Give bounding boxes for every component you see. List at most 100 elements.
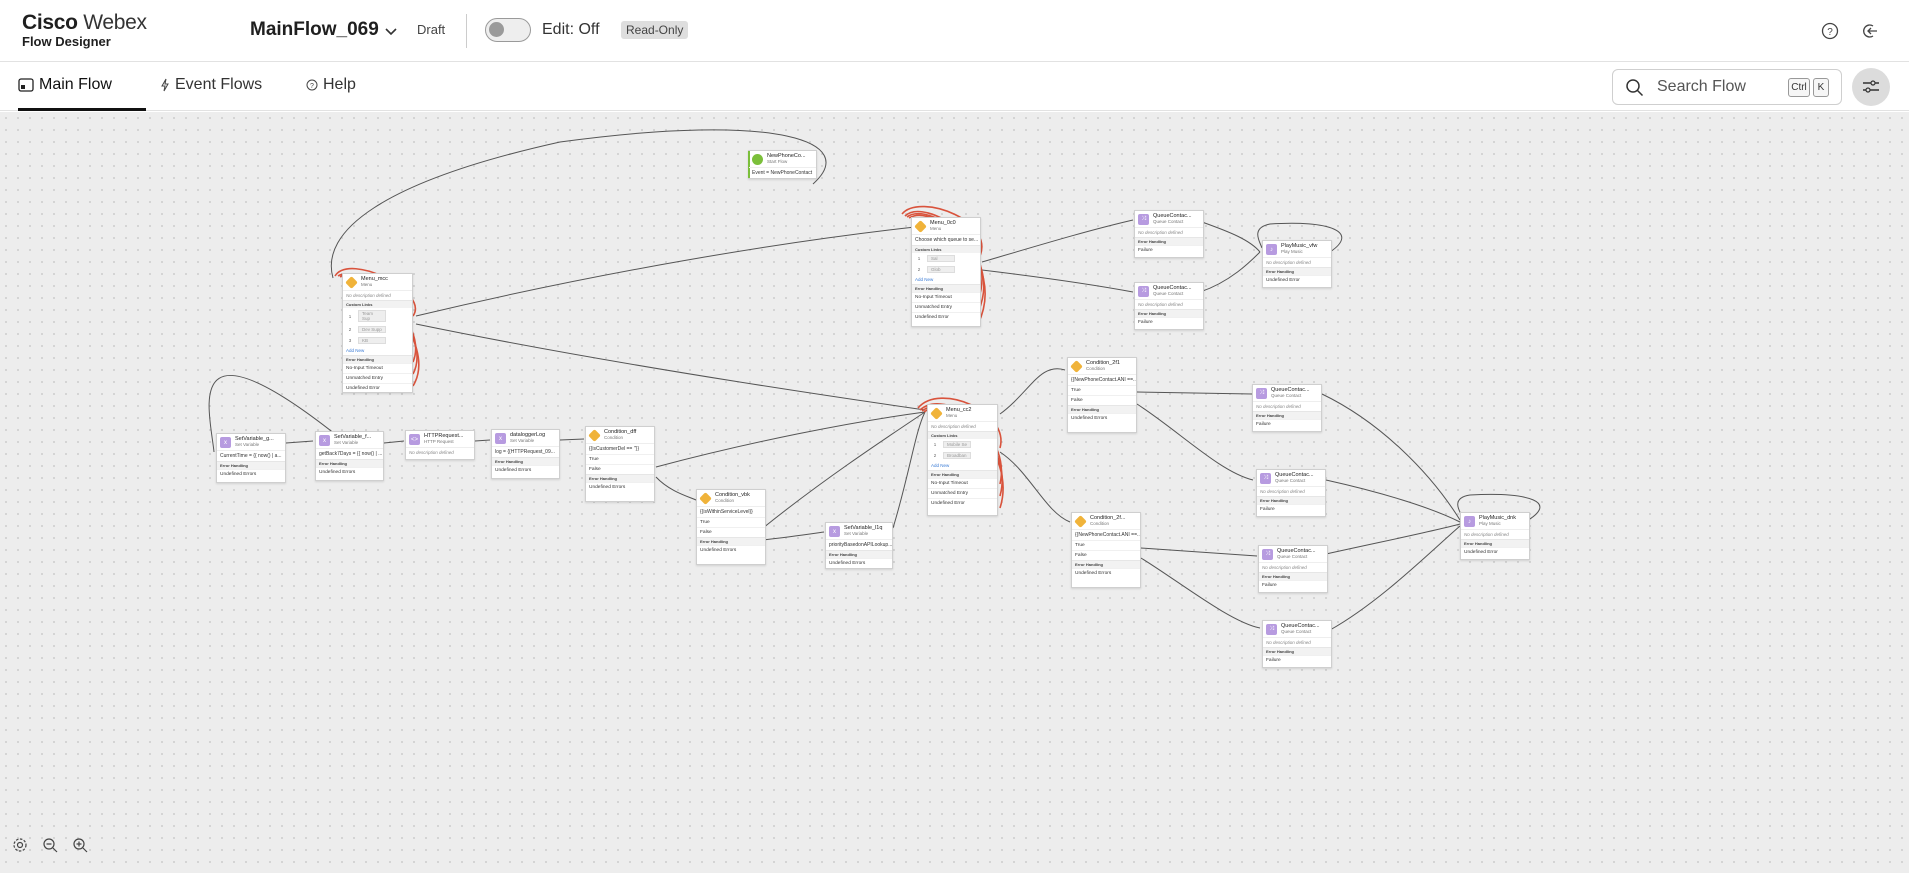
condition-true-row: True <box>697 517 765 527</box>
node-menu-cc2[interactable]: Menu_cc2 Menu No description defined Cust… <box>927 404 998 516</box>
node-body: Choose which queue to se... <box>915 237 979 243</box>
settings-icon[interactable] <box>10 835 30 855</box>
search-placeholder: Search Flow <box>1657 78 1746 95</box>
set-variable-icon: x <box>319 435 330 446</box>
add-new-link[interactable]: Add New <box>912 275 980 284</box>
node-queue-contact[interactable]: ⤨ QueueContac... Queue Contact No descript… <box>1134 210 1204 258</box>
node-queue-contact[interactable]: ⤨ QueueContac... Queue Contact No descript… <box>1258 545 1328 593</box>
node-body: Event = NewPhoneContact <box>752 170 813 176</box>
zoom-out-icon[interactable] <box>40 835 60 855</box>
filter-button[interactable] <box>1852 68 1890 106</box>
menu-value: Dev Supp <box>358 326 386 333</box>
node-body: getBack7Days = {{ now() | ... <box>319 451 383 457</box>
node-body: priorityBasedonAPILookup... <box>829 542 892 548</box>
node-set-variable-f[interactable]: x SetVariable_f... Set Variable getBack7Da… <box>315 431 384 481</box>
queue-contact-icon: ⤨ <box>1260 473 1271 484</box>
edge <box>415 226 916 317</box>
menu-key: 1 <box>933 442 937 447</box>
error-row: No-Input Timeout <box>343 363 412 373</box>
node-desc: No description defined <box>1260 489 1305 494</box>
node-start-flow[interactable]: NewPhoneCo... Start Flow Event = NewPhone… <box>748 150 817 179</box>
chevron-down-icon[interactable] <box>382 22 400 40</box>
node-menu-mcc[interactable]: Menu_mcc Menu No description defined Cust… <box>342 273 413 393</box>
node-desc: No description defined <box>1256 404 1301 409</box>
node-queue-contact[interactable]: ⤨ QueueContac... Queue Contact No descript… <box>1262 620 1332 668</box>
tab-label: Event Flows <box>175 76 263 93</box>
node-desc: No description defined <box>1262 565 1307 570</box>
node-body: {{isCustomerDel == ''}} <box>589 446 639 452</box>
zoom-in-icon[interactable] <box>70 835 90 855</box>
sliders-icon <box>1863 80 1879 93</box>
error-row: Undefined Errors <box>316 467 383 477</box>
node-condition-vbk[interactable]: Condition_vbk Condition {{isWithinService… <box>696 489 766 565</box>
node-type: Start Flow <box>767 159 788 164</box>
section-header: Error Handling <box>928 470 997 478</box>
node-type: Play Music <box>1479 521 1501 526</box>
tab-help[interactable]: ? Help <box>306 76 356 94</box>
node-type: Queue Contact <box>1153 219 1184 224</box>
node-desc: No description defined <box>1266 640 1311 645</box>
condition-icon <box>699 492 712 505</box>
flow-icon <box>18 78 34 92</box>
node-http-request[interactable]: <> HTTPRequest... HTTP Request No descript… <box>405 430 475 460</box>
section-header: Error Handling <box>1253 411 1321 419</box>
edge <box>981 269 1134 293</box>
menu-key: 2 <box>933 453 937 458</box>
edge <box>1325 523 1461 555</box>
error-row: No-Input Timeout <box>928 478 997 488</box>
node-menu-0c0[interactable]: Menu_0c0 Menu Choose which queue to se...… <box>911 217 981 327</box>
error-row: Undefined Error <box>928 498 997 508</box>
section-header: Error Handling <box>1259 572 1327 580</box>
sign-out-icon[interactable] <box>1861 21 1881 41</box>
add-new-link[interactable]: Add New <box>343 346 412 355</box>
brand-logo: Cisco Webex <box>22 11 147 34</box>
section-header: Error Handling <box>1135 237 1203 245</box>
error-row: Undefined Error <box>1461 547 1529 557</box>
queue-contact-icon: ⤨ <box>1262 549 1273 560</box>
node-desc: No description defined <box>1266 260 1311 265</box>
add-new-link[interactable]: Add New <box>928 461 997 470</box>
http-request-icon: <> <box>409 434 420 445</box>
node-condition-2f[interactable]: Condition_2f... Condition {{NewPhoneConta… <box>1071 512 1141 588</box>
tab-label: Help <box>323 76 356 93</box>
node-type: Condition <box>1086 366 1106 371</box>
section-header: Error Handling <box>826 550 892 558</box>
node-play-music-vfw[interactable]: ♪ PlayMusic_vfw Play Music No description … <box>1262 240 1332 288</box>
node-queue-contact[interactable]: ⤨ QueueContac... Queue Contact No descript… <box>1256 469 1326 517</box>
edit-toggle[interactable] <box>485 18 531 42</box>
menu-value: Mobile Se <box>943 441 971 448</box>
tab-event-flows[interactable]: Event Flows <box>160 76 262 94</box>
edge <box>1321 393 1461 521</box>
flow-name[interactable]: MainFlow_069 <box>250 19 379 41</box>
edge <box>999 451 1071 523</box>
node-play-music-dnk[interactable]: ♪ PlayMusic_dnk Play Music No description … <box>1460 512 1530 560</box>
status-label: Draft <box>417 22 446 37</box>
node-set-variable-l1q[interactable]: x SetVariable_l1q Set Variable priorityBas… <box>825 522 893 569</box>
search-flow-field[interactable]: Search Flow Ctrl K <box>1612 69 1842 105</box>
node-type: Queue Contact <box>1275 478 1306 483</box>
node-datalogger[interactable]: x dataloggerLog Set Variable log = {{HTTPR… <box>491 429 560 479</box>
section-header: Error Handling <box>1135 309 1203 317</box>
tab-main-flow[interactable]: Main Flow <box>18 76 112 94</box>
node-condition-dff[interactable]: Condition_dff Condition {{isCustomerDel =… <box>585 426 655 502</box>
menu-value: Glob <box>927 266 955 273</box>
error-row: Failure <box>1263 655 1331 665</box>
node-type: Play Music <box>1281 249 1303 254</box>
queue-contact-icon: ⤨ <box>1256 388 1267 399</box>
error-row: Unmatched Entry <box>912 302 980 312</box>
help-circle-icon[interactable]: ? <box>1820 21 1840 41</box>
condition-true-row: True <box>1068 385 1136 395</box>
error-row: Undefined Errors <box>826 558 892 568</box>
node-type: Menu <box>361 282 373 287</box>
node-condition-2f1[interactable]: Condition_2f1 Condition {{NewPhoneContact… <box>1067 357 1137 433</box>
music-note-icon: ♪ <box>1266 244 1277 255</box>
node-type: Queue Contact <box>1271 393 1302 398</box>
node-set-variable-g[interactable]: x SetVariable_g... Set Variable CurrentTim… <box>216 433 286 483</box>
menu-value: KB <box>358 337 386 344</box>
node-queue-contact[interactable]: ⤨ QueueContac... Queue Contact No descript… <box>1252 384 1322 432</box>
node-queue-contact[interactable]: ⤨ QueueContac... Queue Contact No descript… <box>1134 282 1204 330</box>
condition-true-row: True <box>1072 540 1140 550</box>
flow-canvas[interactable]: NewPhoneCo... Start Flow Event = NewPhone… <box>0 112 1909 873</box>
section-header: Error Handling <box>697 537 765 545</box>
canvas-controls <box>10 835 90 855</box>
